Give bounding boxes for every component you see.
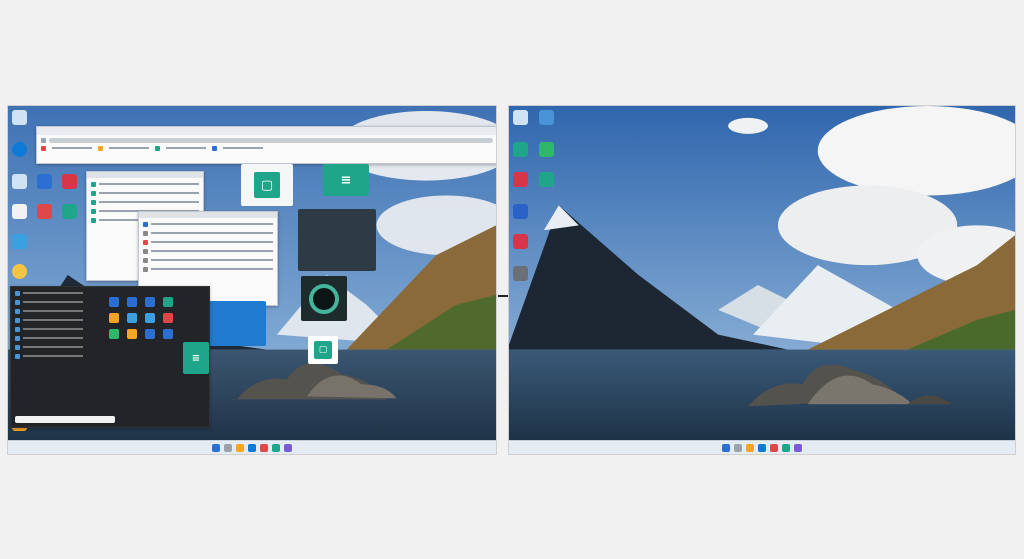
app-icon[interactable] — [127, 313, 137, 323]
chat-icon[interactable]: ≡ — [183, 342, 209, 374]
list-item[interactable] — [15, 353, 205, 359]
app-icon[interactable] — [127, 329, 137, 339]
browser-address-bar[interactable] — [41, 137, 493, 143]
list-item[interactable] — [15, 344, 205, 350]
wallpaper-landscape — [509, 106, 1015, 454]
start-search-input[interactable] — [15, 416, 115, 423]
desktop-icon[interactable] — [23, 204, 65, 220]
app-icon[interactable] — [770, 443, 778, 452]
desktop-icon[interactable] — [509, 234, 541, 250]
folder-icon — [538, 110, 554, 125]
app-icon[interactable] — [260, 443, 268, 452]
app-icon[interactable] — [782, 443, 790, 452]
desktop-icon[interactable] — [509, 266, 541, 282]
taskbar — [509, 440, 1015, 454]
camera-lens-icon[interactable] — [301, 276, 347, 321]
list-item[interactable] — [143, 230, 273, 236]
app-tile[interactable]: ▢ — [241, 164, 293, 206]
start-icon[interactable] — [722, 443, 730, 452]
start-menu[interactable]: ≡ — [10, 286, 210, 428]
list-item[interactable] — [143, 239, 273, 245]
desktop-icon[interactable] — [525, 142, 567, 158]
desktop-icon[interactable] — [8, 234, 40, 250]
pinned-apps-grid — [109, 297, 189, 339]
desktop-icon[interactable] — [525, 172, 567, 188]
bookmarks-bar — [41, 145, 493, 151]
start-icon[interactable] — [212, 443, 220, 452]
desktop-icon[interactable] — [525, 110, 567, 126]
search-icon[interactable] — [734, 443, 742, 452]
list-item[interactable] — [143, 221, 273, 227]
app-icon[interactable] — [272, 443, 280, 452]
browser-window[interactable] — [36, 126, 496, 164]
list-item[interactable] — [143, 266, 273, 272]
desktop-icon[interactable] — [8, 110, 40, 126]
app-icon[interactable] — [127, 297, 137, 307]
list-item[interactable] — [143, 248, 273, 254]
browser-tab-strip[interactable] — [37, 127, 496, 135]
app-icon — [538, 142, 554, 157]
app-tile[interactable]: ▢ — [308, 336, 338, 364]
desktop-icon[interactable] — [509, 204, 541, 220]
app-icon[interactable] — [163, 329, 173, 339]
desktop-icon[interactable] — [8, 264, 40, 280]
app-icon — [512, 204, 528, 219]
app-icon[interactable] — [236, 443, 244, 452]
list-item[interactable] — [15, 290, 205, 296]
edge-icon[interactable] — [758, 443, 766, 452]
app-icon[interactable] — [145, 329, 155, 339]
app-icon[interactable] — [109, 329, 119, 339]
app-icon[interactable] — [794, 443, 802, 452]
app-icon[interactable] — [109, 297, 119, 307]
app-icon[interactable] — [145, 313, 155, 323]
edge-icon[interactable] — [248, 443, 256, 452]
media-window[interactable] — [298, 209, 376, 271]
window-title-bar[interactable] — [87, 172, 203, 178]
app-icon — [538, 172, 554, 187]
left-desktop-screenshot: ▢ ≡ ▢ ≡ — [7, 105, 497, 455]
chat-icon: ▢ — [254, 172, 280, 198]
app-icon[interactable] — [163, 297, 173, 307]
app-icon[interactable] — [163, 313, 173, 323]
chrome-icon — [11, 264, 27, 279]
taskbar — [8, 440, 496, 454]
desktop-icon[interactable] — [48, 174, 90, 190]
app-icon[interactable] — [284, 443, 292, 452]
right-desktop-screenshot — [508, 105, 1016, 455]
list-item[interactable] — [91, 190, 199, 196]
window-title-bar[interactable] — [139, 212, 277, 218]
app-icon[interactable] — [145, 297, 155, 307]
chat-icon[interactable]: ≡ — [323, 164, 369, 196]
app-icon[interactable] — [746, 443, 754, 452]
list-item[interactable] — [143, 257, 273, 263]
recycle-bin-icon — [11, 110, 27, 125]
chat-icon: ▢ — [314, 341, 332, 359]
app-icon[interactable] — [109, 313, 119, 323]
list-item[interactable] — [91, 181, 199, 187]
app-icon — [11, 234, 27, 249]
app-icon — [36, 204, 52, 219]
app-icon — [512, 234, 528, 249]
app-icon — [61, 174, 77, 189]
search-icon[interactable] — [224, 443, 232, 452]
edge-icon — [11, 142, 27, 157]
blue-app-window[interactable] — [208, 301, 266, 346]
app-icon — [512, 266, 528, 281]
list-item[interactable] — [91, 199, 199, 205]
